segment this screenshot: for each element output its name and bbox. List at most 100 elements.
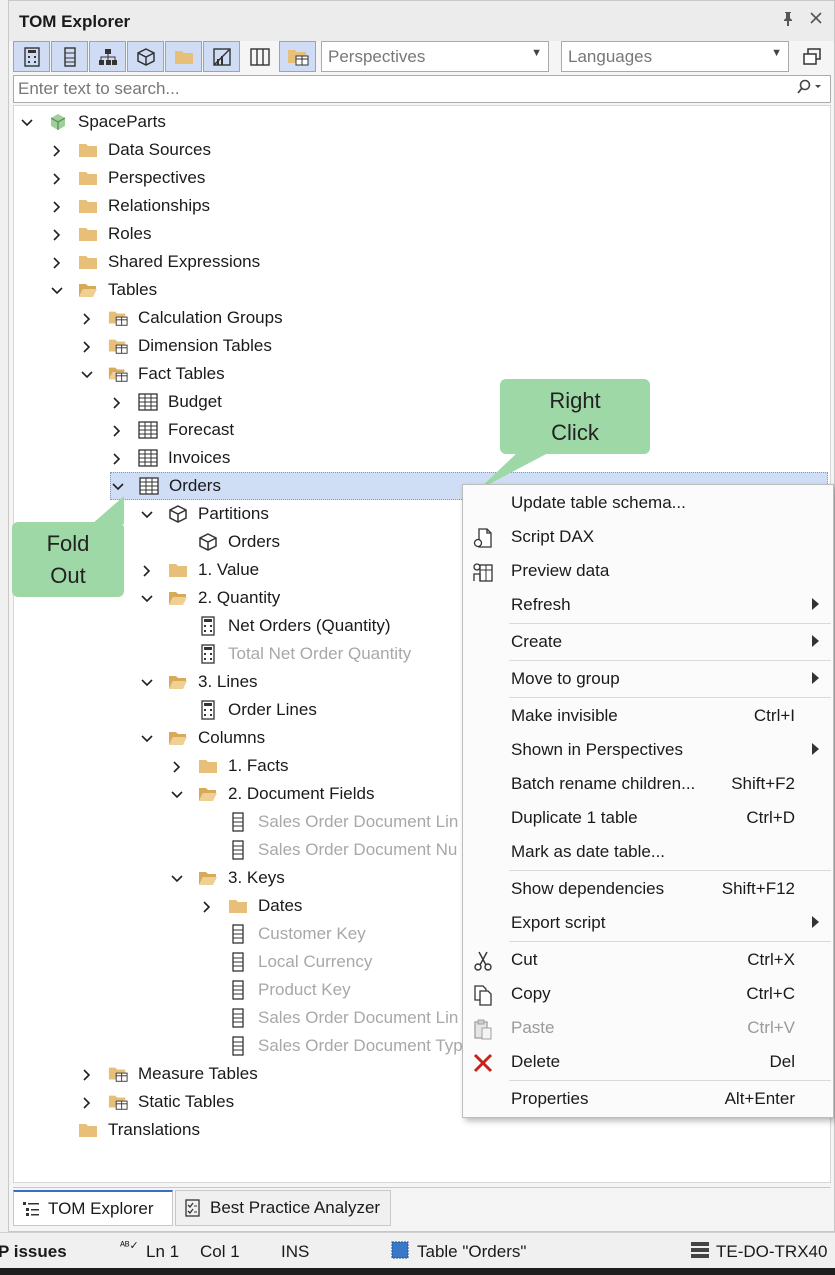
menu-item-cut[interactable]: Cut Ctrl+X <box>463 944 833 976</box>
tree-node-perspectives[interactable]: Perspectives <box>50 164 205 192</box>
tree-node-column-customer-key[interactable]: Customer Key <box>200 920 366 948</box>
tree-node-measure-net-orders[interactable]: Net Orders (Quantity) <box>170 612 391 640</box>
chevron-down-icon[interactable] <box>140 507 154 521</box>
bp-issues-status[interactable]: P issues <box>0 1242 67 1262</box>
metadata-toggle-button[interactable] <box>241 41 278 72</box>
tree-node-forecast[interactable]: Forecast <box>110 416 234 444</box>
tree-node-facts-folder[interactable]: 1. Facts <box>170 752 288 780</box>
menu-item-duplicate-table[interactable]: Duplicate 1 table Ctrl+D <box>463 802 833 834</box>
menu-item-copy[interactable]: Copy Ctrl+C <box>463 978 833 1010</box>
chevron-down-icon[interactable] <box>20 115 34 129</box>
chevron-right-icon[interactable] <box>80 1095 94 1109</box>
chevron-right-icon[interactable] <box>110 451 124 465</box>
chevron-down-icon[interactable] <box>170 871 184 885</box>
tree-node-keys-folder[interactable]: 3. Keys <box>170 864 285 892</box>
tree-node-dates-folder[interactable]: Dates <box>200 892 302 920</box>
chevron-right-icon[interactable] <box>80 1067 94 1081</box>
calculator-toggle-button[interactable] <box>13 41 50 72</box>
chevron-down-icon[interactable] <box>140 731 154 745</box>
tree-node-value-folder[interactable]: 1. Value <box>140 556 259 584</box>
menu-item-properties[interactable]: Properties Alt+Enter <box>463 1083 833 1115</box>
menu-item-delete[interactable]: Delete Del <box>463 1046 833 1078</box>
folder-icon <box>168 560 188 580</box>
tree-node-relationships[interactable]: Relationships <box>50 192 210 220</box>
tab-tom-explorer[interactable]: TOM Explorer <box>13 1190 173 1226</box>
chevron-right-icon[interactable] <box>50 171 64 185</box>
menu-item-mark-as-date-table[interactable]: Mark as date table... <box>463 836 833 868</box>
tree-node-document-fields-folder[interactable]: 2. Document Fields <box>170 780 374 808</box>
menu-item-move-to-group[interactable]: Move to group <box>463 663 833 695</box>
chevron-right-icon[interactable] <box>80 339 94 353</box>
menu-item-update-table-schema[interactable]: Update table schema... <box>463 487 833 519</box>
column-toggle-button[interactable] <box>51 41 88 72</box>
chevron-right-icon[interactable] <box>170 759 184 773</box>
tree-node-column-sales-order-document-line-2[interactable]: Sales Order Document Lin <box>200 1004 458 1032</box>
tree-node-quantity-folder[interactable]: 2. Quantity <box>140 584 280 612</box>
new-window-icon[interactable] <box>799 44 825 70</box>
tree-node-root[interactable]: SpaceParts <box>20 108 166 136</box>
tree-node-fact-tables[interactable]: Fact Tables <box>80 360 225 388</box>
tree-node-tables[interactable]: Tables <box>50 276 157 304</box>
menu-item-show-dependencies[interactable]: Show dependencies Shift+F12 <box>463 873 833 905</box>
chevron-right-icon[interactable] <box>110 423 124 437</box>
perspectives-dropdown[interactable]: Perspectives ▼ <box>321 41 549 72</box>
chevron-down-icon[interactable] <box>140 675 154 689</box>
tab-best-practice-analyzer[interactable]: Best Practice Analyzer <box>175 1190 391 1226</box>
menu-item-batch-rename-children[interactable]: Batch rename children... Shift+F2 <box>463 768 833 800</box>
table-group-icon <box>108 308 128 328</box>
pin-icon[interactable] <box>777 11 799 33</box>
hidden-objects-toggle-button[interactable] <box>203 41 240 72</box>
display-folder-toggle-button[interactable] <box>165 41 202 72</box>
tree-node-partition-orders[interactable]: Orders <box>170 528 280 556</box>
menu-item-shortcut: Shift+F2 <box>731 774 795 793</box>
tree-node-invoices[interactable]: Invoices <box>110 444 230 472</box>
tree-node-static-tables[interactable]: Static Tables <box>80 1088 234 1116</box>
tree-node-shared-expressions[interactable]: Shared Expressions <box>50 248 260 276</box>
chevron-right-icon[interactable] <box>50 199 64 213</box>
tree-node-column-sales-order-document-type[interactable]: Sales Order Document Typ <box>200 1032 463 1060</box>
menu-item-shown-in-perspectives[interactable]: Shown in Perspectives <box>463 734 833 766</box>
tree-node-column-product-key[interactable]: Product Key <box>200 976 351 1004</box>
tree-node-measure-order-lines[interactable]: Order Lines <box>170 696 317 724</box>
close-icon[interactable] <box>805 11 827 33</box>
tree-node-column-sales-order-document-number[interactable]: Sales Order Document Nu <box>200 836 457 864</box>
tree-node-data-sources[interactable]: Data Sources <box>50 136 211 164</box>
menu-item-create[interactable]: Create <box>463 626 833 658</box>
tree-node-column-sales-order-document-line[interactable]: Sales Order Document Lin <box>200 808 458 836</box>
tree-node-translations[interactable]: Translations <box>50 1116 200 1144</box>
chevron-right-icon[interactable] <box>50 255 64 269</box>
chevron-right-icon[interactable] <box>80 311 94 325</box>
tree-node-columns[interactable]: Columns <box>140 724 265 752</box>
partition-toggle-button[interactable] <box>127 41 164 72</box>
tree-node-lines-folder[interactable]: 3. Lines <box>140 668 258 696</box>
tree-node-budget[interactable]: Budget <box>110 388 222 416</box>
menu-item-refresh[interactable]: Refresh <box>463 589 833 621</box>
languages-dropdown[interactable]: Languages ▼ <box>561 41 789 72</box>
tree-node-calculation-groups[interactable]: Calculation Groups <box>80 304 283 332</box>
tree-node-measure-tables[interactable]: Measure Tables <box>80 1060 258 1088</box>
menu-item-paste[interactable]: Paste Ctrl+V <box>463 1012 833 1044</box>
folder-table-toggle-button[interactable] <box>279 41 316 72</box>
search-input[interactable] <box>14 76 774 102</box>
chevron-right-icon[interactable] <box>50 143 64 157</box>
menu-item-preview-data[interactable]: Preview data <box>463 555 833 587</box>
menu-item-make-invisible[interactable]: Make invisible Ctrl+I <box>463 700 833 732</box>
menu-item-export-script[interactable]: Export script <box>463 907 833 939</box>
chevron-right-icon[interactable] <box>50 227 64 241</box>
chevron-down-icon[interactable] <box>111 479 125 493</box>
tree-node-roles[interactable]: Roles <box>50 220 151 248</box>
tree-node-partitions[interactable]: Partitions <box>140 500 269 528</box>
tree-node-column-local-currency[interactable]: Local Currency <box>200 948 372 976</box>
tree-node-measure-total-net-order-quantity[interactable]: Total Net Order Quantity <box>170 640 411 668</box>
chevron-down-icon[interactable] <box>80 367 94 381</box>
chevron-right-icon[interactable] <box>110 395 124 409</box>
menu-item-script-dax[interactable]: Script DAX <box>463 521 833 553</box>
chevron-down-icon[interactable] <box>140 591 154 605</box>
chevron-right-icon[interactable] <box>200 899 214 913</box>
chevron-down-icon[interactable] <box>50 283 64 297</box>
tree-node-dimension-tables[interactable]: Dimension Tables <box>80 332 272 360</box>
hierarchy-toggle-button[interactable] <box>89 41 126 72</box>
search-icon[interactable] <box>796 79 822 99</box>
chevron-down-icon[interactable] <box>170 787 184 801</box>
chevron-right-icon[interactable] <box>140 563 154 577</box>
